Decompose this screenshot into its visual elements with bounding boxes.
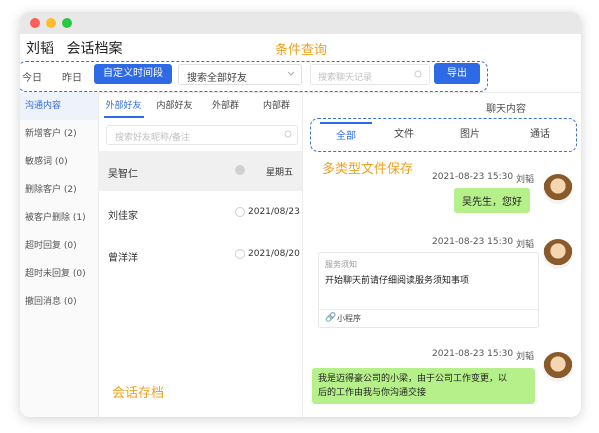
divider: [302, 92, 303, 417]
tab-active-indicator: [104, 116, 144, 118]
mini-program-card[interactable]: 服务须知 开始聊天前请仔细阅读服务须知事项 🔗 小程序: [318, 252, 539, 328]
filter-today-button[interactable]: 今日: [22, 69, 42, 84]
tab-external-groups[interactable]: 外部群: [200, 96, 251, 116]
minimize-window-icon[interactable]: [46, 18, 56, 28]
friend-search-placeholder: 搜索好友昵称/备注: [115, 133, 191, 143]
card-label: 服务须知: [325, 260, 357, 269]
chat-panel-title: 聊天内容: [486, 104, 526, 115]
chat-search-input[interactable]: 搜索聊天记录: [310, 64, 430, 85]
archive-title: 会话档案: [66, 41, 123, 57]
friend-select[interactable]: 搜索全部好友: [178, 64, 302, 85]
chat-name: 刘佳家: [108, 211, 138, 222]
sidebar-item-deleted-customers[interactable]: 删除客户 (2): [20, 176, 98, 204]
check-icon: [235, 165, 245, 175]
sidebar-item-conversation[interactable]: 沟通内容: [20, 92, 98, 120]
sidebar-item-timeout-reply[interactable]: 超时回复 (0): [20, 232, 98, 260]
close-window-icon[interactable]: [30, 18, 40, 28]
message-text-line: 我是迈得豪公司的小梁，由于公司工作变更，以: [318, 374, 508, 384]
sidebar-item-deleted-by-customer[interactable]: 被客户删除 (1): [20, 204, 98, 232]
chat-tab-all[interactable]: 全部: [320, 122, 372, 150]
avatar: [543, 174, 573, 204]
message-bubble: 吴先生，您好: [454, 188, 530, 213]
chat-list-item[interactable]: 曾洋洋 2021/08/20: [98, 236, 302, 276]
chat-list-item[interactable]: 刘佳家 2021/08/23: [98, 194, 302, 234]
check-icon: [235, 249, 245, 259]
maximize-window-icon[interactable]: [62, 18, 72, 28]
message-time: 2021-08-23 15:30: [432, 237, 514, 247]
title-bar: [20, 12, 581, 34]
chat-time: 2021/08/20: [248, 249, 300, 259]
avatar: [543, 352, 573, 382]
friend-select-value: 搜索全部好友: [187, 73, 247, 84]
chat-search-placeholder: 搜索聊天记录: [318, 73, 373, 83]
sidebar-item-timeout-no-reply[interactable]: 超时未回复 (0): [20, 260, 98, 288]
chat-tab-calls[interactable]: 通话: [512, 122, 568, 148]
message-sender: 刘韬: [516, 175, 535, 185]
chat-name: 曾洋洋: [108, 253, 138, 264]
link-icon: 🔗: [325, 313, 337, 323]
user-name: 刘韬: [26, 41, 54, 57]
divider: [20, 92, 581, 93]
card-title: 开始聊天前请仔细阅读服务须知事项: [325, 276, 470, 286]
chevron-down-icon: [287, 71, 295, 76]
message-bubble: 我是迈得豪公司的小梁，由于公司工作变更，以 后的工作由我与你沟通交接: [312, 368, 535, 404]
tab-external-friends[interactable]: 外部好友: [98, 96, 149, 116]
message-time: 2021-08-23 15:30: [432, 349, 514, 359]
message-sender: 刘韬: [516, 240, 535, 250]
feature-label-archive: 会话存档: [112, 386, 165, 401]
feature-label-file-save: 多类型文件保存: [322, 162, 414, 177]
search-icon: [414, 70, 422, 78]
tab-internal-friends[interactable]: 内部好友: [149, 96, 200, 116]
chat-list-item[interactable]: 吴智仁 星期五: [98, 151, 302, 191]
card-footer: 小程序: [337, 314, 361, 323]
chat-time: 星期五: [266, 168, 294, 178]
message-text-line: 后的工作由我与你沟通交接: [318, 388, 427, 398]
avatar: [543, 239, 573, 269]
page-title: 刘韬 会话档案: [26, 38, 122, 58]
chat-time: 2021/08/23: [248, 207, 300, 217]
export-button[interactable]: 导出: [434, 63, 480, 84]
check-icon: [235, 207, 245, 217]
message-time: 2021-08-23 15:30: [432, 172, 514, 182]
sidebar-item-recalled[interactable]: 撤回消息 (0): [20, 288, 98, 316]
chat-name: 吴智仁: [108, 169, 138, 180]
sidebar-item-sensitive-words[interactable]: 敏感词 (0): [20, 148, 98, 176]
feature-label-query: 条件查询: [275, 43, 328, 58]
chat-tab-images[interactable]: 图片: [442, 122, 498, 148]
tab-internal-groups[interactable]: 内部群: [251, 96, 302, 116]
friend-search-input[interactable]: 搜索好友昵称/备注: [106, 125, 298, 145]
custom-range-button[interactable]: 自定义时间段: [94, 64, 172, 84]
divider: [319, 309, 538, 310]
chat-tab-files[interactable]: 文件: [376, 122, 432, 148]
filter-yesterday-button[interactable]: 昨日: [62, 69, 82, 84]
app-window: 刘韬 会话档案 条件查询 今日 昨日 自定义时间段 搜索全部好友 搜索聊天记录 …: [20, 12, 581, 417]
sidebar-item-new-customers[interactable]: 新增客户 (2): [20, 120, 98, 148]
message-sender: 刘韬: [516, 352, 535, 362]
search-icon: [284, 130, 292, 138]
